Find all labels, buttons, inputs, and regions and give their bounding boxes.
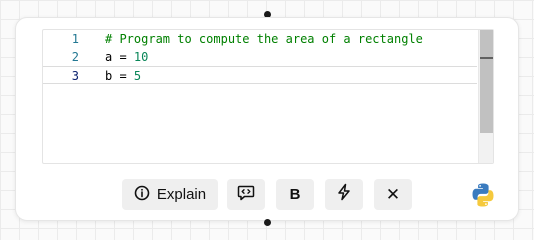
cursor-position-marker (480, 57, 493, 59)
line-number: 3 (71, 69, 79, 83)
code-text: b = 5 (105, 67, 141, 85)
number-literal: 10 (133, 50, 149, 64)
code-line-1: 1 # Program to compute the area of a rec… (43, 30, 477, 48)
line-number: 2 (71, 50, 79, 64)
code-comment: # Program to compute the area of a recta… (105, 32, 423, 46)
explain-label: Explain (156, 186, 207, 203)
python-logo (470, 182, 496, 208)
line-number: 1 (71, 32, 79, 46)
operator: = (112, 69, 134, 83)
operator: = (112, 50, 134, 64)
bold-button[interactable]: B (276, 179, 314, 210)
bold-label: B (289, 186, 301, 203)
code-line-2: 2 a = 10 (43, 48, 477, 66)
lightning-bolt-icon (336, 183, 352, 206)
code-text: a = 10 (105, 48, 148, 66)
explain-button[interactable]: Explain (122, 179, 218, 210)
close-button[interactable]: ✕ (374, 179, 412, 210)
number-literal: 5 (133, 69, 142, 83)
vertical-scrollbar[interactable] (478, 30, 493, 163)
code-editor[interactable]: 1 # Program to compute the area of a rec… (42, 29, 494, 164)
info-circle-icon (134, 185, 150, 205)
close-icon: ✕ (385, 184, 401, 204)
comment-code-button[interactable] (227, 179, 265, 210)
scrollbar-thumb[interactable] (480, 30, 493, 133)
code-line-3-active: 3 b = 5 (43, 66, 477, 84)
comment-code-icon (237, 183, 255, 206)
bottom-connection-handle[interactable] (264, 219, 271, 226)
lightning-button[interactable] (325, 179, 363, 210)
